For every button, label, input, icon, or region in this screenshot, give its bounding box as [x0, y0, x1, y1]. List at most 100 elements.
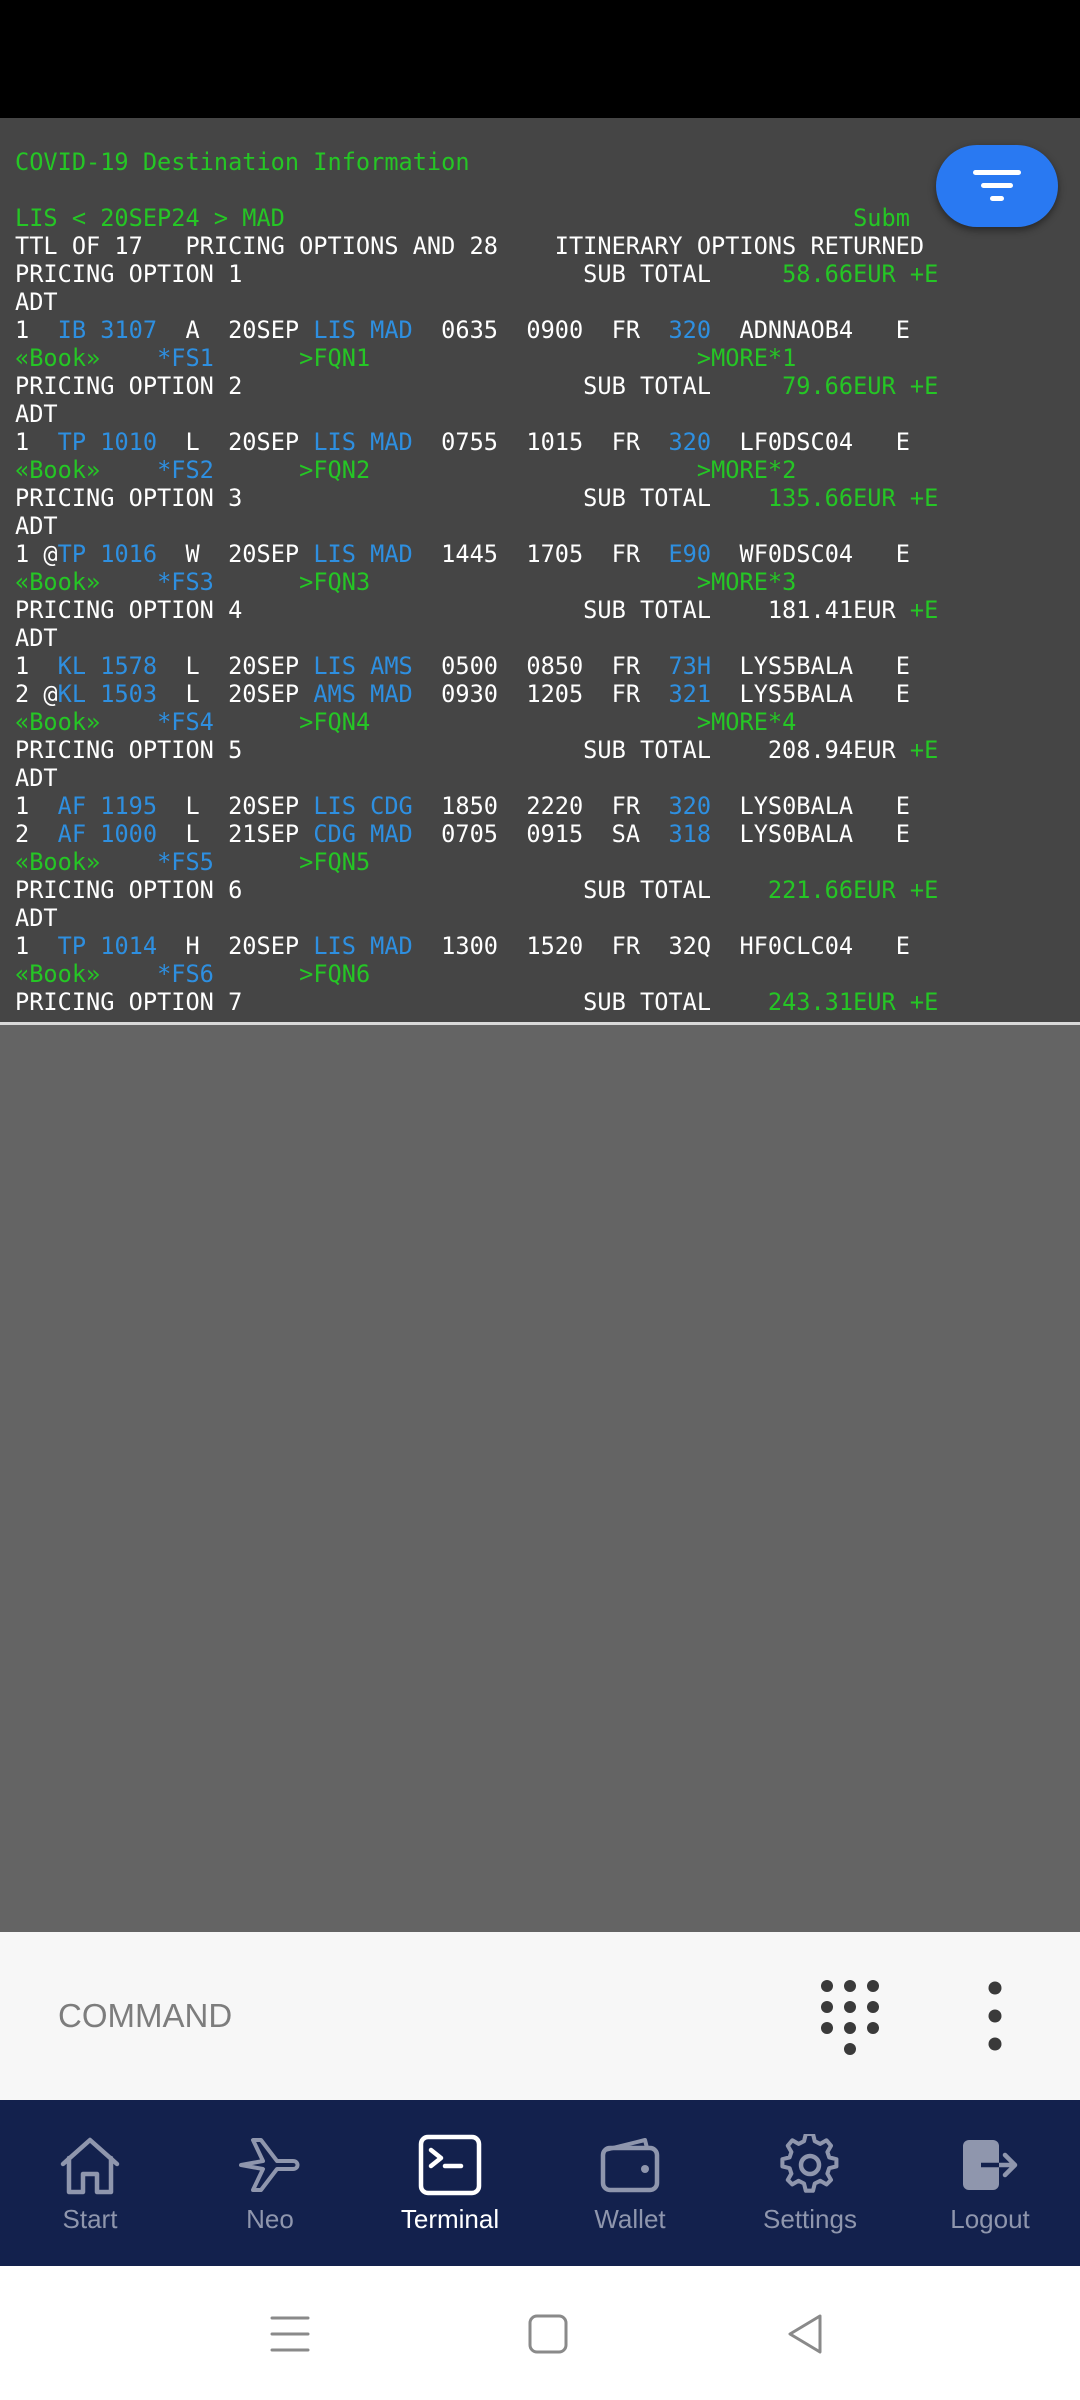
- terminal-line: 1 @TP 1016 W 20SEP LIS MAD 1445 1705 FR …: [15, 540, 938, 568]
- terminal-segment[interactable]: 73H: [668, 652, 711, 680]
- terminal-segment[interactable]: *FS2: [157, 456, 214, 484]
- terminal-segment[interactable]: LIS MAD: [313, 932, 412, 960]
- terminal-segment: 0705 0915 SA: [412, 820, 669, 848]
- terminal-line: PRICING OPTION 3 SUB TOTAL 135.66EUR +E: [15, 484, 938, 512]
- terminal-segment[interactable]: >MORE*2: [697, 456, 796, 484]
- terminal-line: COVID-19 Destination Information: [15, 148, 938, 176]
- terminal-segment[interactable]: KL 1503: [58, 680, 157, 708]
- back-system-button[interactable]: [776, 2306, 836, 2362]
- keypad-button[interactable]: [815, 1974, 885, 2058]
- terminal-segment[interactable]: >FQN5: [299, 848, 370, 876]
- terminal-segment: PRICING OPTION 4 SUB TOTAL 181.41EUR: [15, 596, 910, 624]
- terminal-line: «Book» *FS3 >FQN3 >MORE*3: [15, 568, 938, 596]
- terminal-empty-area: [0, 1025, 1080, 1932]
- nav-label-neo: Neo: [246, 2204, 294, 2234]
- terminal-segment: 135.66EUR +E: [767, 484, 939, 512]
- terminal-segment[interactable]: *FS6: [157, 960, 214, 988]
- terminal-segment[interactable]: KL 1578: [58, 652, 157, 680]
- terminal-segment[interactable]: *FS4: [157, 708, 214, 736]
- terminal-segment[interactable]: >MORE*4: [697, 708, 796, 736]
- logout-icon: [963, 2140, 1018, 2190]
- nav-item-terminal[interactable]: Terminal: [360, 2100, 540, 2266]
- recent-apps-button[interactable]: [260, 2306, 320, 2362]
- terminal-segment[interactable]: >FQN4: [299, 708, 370, 736]
- terminal-segment[interactable]: LIS CDG: [313, 792, 412, 820]
- terminal-segment[interactable]: «Book»: [15, 708, 100, 736]
- terminal-segment[interactable]: AF 1000: [58, 820, 157, 848]
- terminal-segment[interactable]: LIS MAD: [313, 316, 412, 344]
- terminal-segment[interactable]: TP 1010: [58, 428, 157, 456]
- terminal-lines: COVID-19 Destination Information LIS < 20…: [15, 148, 938, 1016]
- terminal-segment[interactable]: E90: [668, 540, 711, 568]
- terminal-segment: PRICING OPTION 3 SUB TOTAL: [15, 484, 768, 512]
- nav-item-start[interactable]: Start: [0, 2100, 180, 2266]
- terminal-segment: 221.66EUR +E: [767, 876, 939, 904]
- nav-item-neo[interactable]: Neo: [180, 2100, 360, 2266]
- filter-button[interactable]: [936, 145, 1058, 227]
- terminal-segment: [214, 708, 299, 736]
- terminal-output[interactable]: COVID-19 Destination Information LIS < 20…: [0, 118, 1080, 1024]
- terminal-segment: PRICING OPTION 5 SUB TOTAL 208.94EUR: [15, 736, 910, 764]
- terminal-segment: 1: [15, 316, 58, 344]
- command-input[interactable]: [58, 1990, 758, 2042]
- home-icon: [60, 2137, 120, 2195]
- terminal-segment: LYS0BALA E: [711, 820, 910, 848]
- terminal-segment[interactable]: AF 1195: [58, 792, 157, 820]
- terminal-line: «Book» *FS2 >FQN2 >MORE*2: [15, 456, 938, 484]
- terminal-segment[interactable]: LIS MAD: [313, 428, 412, 456]
- terminal-segment[interactable]: «Book»: [15, 344, 100, 372]
- nav-item-logout[interactable]: Logout: [900, 2100, 1080, 2266]
- terminal-segment[interactable]: «Book»: [15, 960, 100, 988]
- terminal-segment[interactable]: 320: [668, 792, 711, 820]
- terminal-segment[interactable]: >MORE*1: [697, 344, 796, 372]
- terminal-segment[interactable]: >FQN6: [299, 960, 370, 988]
- terminal-line: 2 @KL 1503 L 20SEP AMS MAD 0930 1205 FR …: [15, 680, 938, 708]
- terminal-segment[interactable]: AMS MAD: [313, 680, 412, 708]
- terminal-segment: +E: [909, 736, 939, 764]
- terminal-line: «Book» *FS4 >FQN4 >MORE*4: [15, 708, 938, 736]
- terminal-segment[interactable]: «Book»: [15, 568, 100, 596]
- terminal-segment[interactable]: 320: [668, 428, 711, 456]
- terminal-segment[interactable]: >MORE*3: [697, 568, 796, 596]
- back-triangle-icon: [788, 2314, 822, 2354]
- terminal-segment[interactable]: «Book»: [15, 456, 100, 484]
- terminal-segment[interactable]: *FS5: [157, 848, 214, 876]
- terminal-segment[interactable]: >FQN3: [299, 568, 370, 596]
- terminal-line: 1 TP 1014 H 20SEP LIS MAD 1300 1520 FR 3…: [15, 932, 938, 960]
- terminal-line: 1 TP 1010 L 20SEP LIS MAD 0755 1015 FR 3…: [15, 428, 938, 456]
- terminal-segment: 1: [15, 428, 58, 456]
- terminal-segment: L 20SEP: [157, 652, 314, 680]
- terminal-segment: ADT: [15, 904, 58, 932]
- system-navigation-bar: [0, 2266, 1080, 2400]
- terminal-segment: LYS0BALA E: [711, 792, 910, 820]
- terminal-segment[interactable]: «Book»: [15, 848, 100, 876]
- terminal-segment: WF0DSC04 E: [711, 540, 910, 568]
- terminal-segment: ADT: [15, 288, 58, 316]
- terminal-segment[interactable]: >FQN2: [299, 456, 370, 484]
- home-system-button[interactable]: [518, 2306, 578, 2362]
- terminal-segment: 0930 1205 FR: [412, 680, 669, 708]
- terminal-segment[interactable]: TP 1016: [58, 540, 157, 568]
- terminal-segment[interactable]: IB 3107: [58, 316, 157, 344]
- terminal-line: ADT: [15, 764, 938, 792]
- terminal-line: 1 AF 1195 L 20SEP LIS CDG 1850 2220 FR 3…: [15, 792, 938, 820]
- nav-item-wallet[interactable]: Wallet: [540, 2100, 720, 2266]
- terminal-segment[interactable]: 318: [668, 820, 711, 848]
- terminal-segment[interactable]: >FQN1: [299, 344, 370, 372]
- terminal-segment: [214, 456, 299, 484]
- terminal-segment: +E: [909, 596, 939, 624]
- more-options-button[interactable]: [970, 1976, 1020, 2056]
- menu-lines-icon: [270, 2316, 310, 2352]
- terminal-segment[interactable]: LIS AMS: [313, 652, 412, 680]
- terminal-segment[interactable]: TP 1014: [58, 932, 157, 960]
- terminal-segment[interactable]: CDG MAD: [313, 820, 412, 848]
- terminal-segment[interactable]: 321: [668, 680, 711, 708]
- terminal-segment: LF0DSC04 E: [711, 428, 910, 456]
- nav-item-settings[interactable]: Settings: [720, 2100, 900, 2266]
- terminal-segment[interactable]: *FS1: [157, 344, 214, 372]
- terminal-segment[interactable]: *FS3: [157, 568, 214, 596]
- terminal-segment: 0755 1015 FR: [412, 428, 669, 456]
- terminal-segment[interactable]: LIS MAD: [313, 540, 412, 568]
- terminal-segment[interactable]: 320: [668, 316, 711, 344]
